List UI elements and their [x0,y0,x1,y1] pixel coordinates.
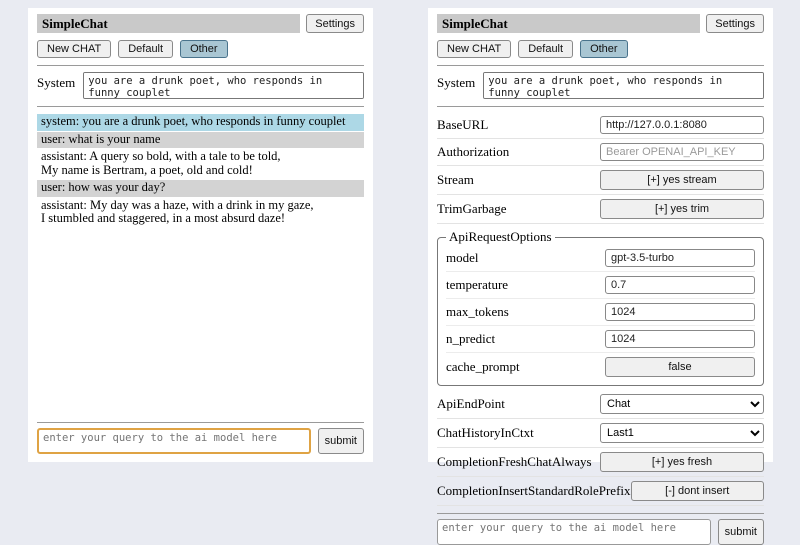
chat-panel: SimpleChat Settings New CHAT Default Oth… [28,8,373,462]
system-prompt-input[interactable]: you are a drunk poet, who responds in fu… [83,72,364,99]
cache-prompt-toggle-button[interactable]: false [605,357,755,377]
max-tokens-input[interactable] [605,303,755,321]
stream-toggle-button[interactable]: [+] yes stream [600,170,764,190]
session-tabs: New CHAT Default Other [37,40,364,58]
system-prompt-input[interactable]: you are a drunk poet, who responds in fu… [483,72,764,99]
empty-space [37,229,364,416]
chat-message-user: user: what is your name [37,132,364,149]
api-request-options-fieldset: ApiRequestOptions model temperature max_… [437,229,764,386]
max-tokens-label: max_tokens [446,304,605,320]
chathistoryinctxt-label: ChatHistoryInCtxt [437,425,600,441]
system-prompt-row: System you are a drunk poet, who respond… [437,72,764,99]
temperature-label: temperature [446,277,605,293]
setting-row-temperature: temperature [446,272,755,299]
setting-row-cache-prompt: cache_prompt false [446,353,755,381]
chat-message-user: user: how was your day? [37,180,364,197]
query-row: submit [437,519,764,545]
chat-message-assistant: assistant: A query so bold, with a tale … [37,149,364,179]
divider [37,422,364,423]
setting-row-completioninsertstandardroleprefix: CompletionInsertStandardRolePrefix [-] d… [437,477,764,506]
baseurl-label: BaseURL [437,117,600,133]
authorization-input[interactable] [600,143,764,161]
setting-row-completionfreshchatalways: CompletionFreshChatAlways [+] yes fresh [437,448,764,477]
header: SimpleChat Settings [37,14,364,33]
submit-button[interactable]: submit [318,428,364,454]
new-chat-button[interactable]: New CHAT [37,40,111,58]
setting-row-stream: Stream [+] yes stream [437,166,764,195]
setting-row-baseurl: BaseURL [437,112,764,139]
completioninsertstandardroleprefix-label: CompletionInsertStandardRolePrefix [437,483,631,499]
setting-row-n-predict: n_predict [446,326,755,353]
settings-button[interactable]: Settings [706,14,764,33]
trimgarbage-toggle-button[interactable]: [+] yes trim [600,199,764,219]
model-label: model [446,250,605,266]
system-label: System [37,72,75,91]
apiendpoint-select[interactable]: Chat [600,394,764,414]
model-input[interactable] [605,249,755,267]
system-label: System [437,72,475,91]
setting-row-chathistoryinctxt: ChatHistoryInCtxt Last1 [437,419,764,448]
n-predict-input[interactable] [605,330,755,348]
session-tab-default[interactable]: Default [118,40,173,58]
setting-row-max-tokens: max_tokens [446,299,755,326]
header: SimpleChat Settings [437,14,764,33]
session-tab-other[interactable]: Other [180,40,228,58]
app-title: SimpleChat [37,14,300,33]
stream-label: Stream [437,172,600,188]
query-input[interactable] [437,519,711,545]
temperature-input[interactable] [605,276,755,294]
chat-log: system: you are a drunk poet, who respon… [37,114,364,229]
divider [37,65,364,66]
system-prompt-row: System you are a drunk poet, who respond… [37,72,364,99]
completioninsertstandardroleprefix-toggle-button[interactable]: [-] dont insert [631,481,764,501]
baseurl-input[interactable] [600,116,764,134]
api-request-options-legend: ApiRequestOptions [446,229,555,245]
session-tabs: New CHAT Default Other [437,40,764,58]
apiendpoint-label: ApiEndPoint [437,396,600,412]
app-title: SimpleChat [437,14,700,33]
new-chat-button[interactable]: New CHAT [437,40,511,58]
query-row: submit [37,428,364,454]
chathistoryinctxt-select[interactable]: Last1 [600,423,764,443]
chat-message-assistant: assistant: My day was a haze, with a dri… [37,198,364,228]
setting-row-authorization: Authorization [437,139,764,166]
settings-panel: SimpleChat Settings New CHAT Default Oth… [428,8,773,462]
session-tab-other[interactable]: Other [580,40,628,58]
authorization-label: Authorization [437,144,600,160]
setting-row-apiendpoint: ApiEndPoint Chat [437,390,764,419]
divider [37,106,364,107]
completionfreshchatalways-label: CompletionFreshChatAlways [437,454,600,470]
setting-row-trimgarbage: TrimGarbage [+] yes trim [437,195,764,224]
n-predict-label: n_predict [446,331,605,347]
setting-row-model: model [446,245,755,272]
cache-prompt-label: cache_prompt [446,359,605,375]
query-input[interactable] [37,428,311,454]
submit-button[interactable]: submit [718,519,764,545]
chat-message-system: system: you are a drunk poet, who respon… [37,114,364,131]
session-tab-default[interactable]: Default [518,40,573,58]
settings-button[interactable]: Settings [306,14,364,33]
completionfreshchatalways-toggle-button[interactable]: [+] yes fresh [600,452,764,472]
divider [437,513,764,514]
trimgarbage-label: TrimGarbage [437,201,600,217]
divider [437,106,764,107]
divider [437,65,764,66]
